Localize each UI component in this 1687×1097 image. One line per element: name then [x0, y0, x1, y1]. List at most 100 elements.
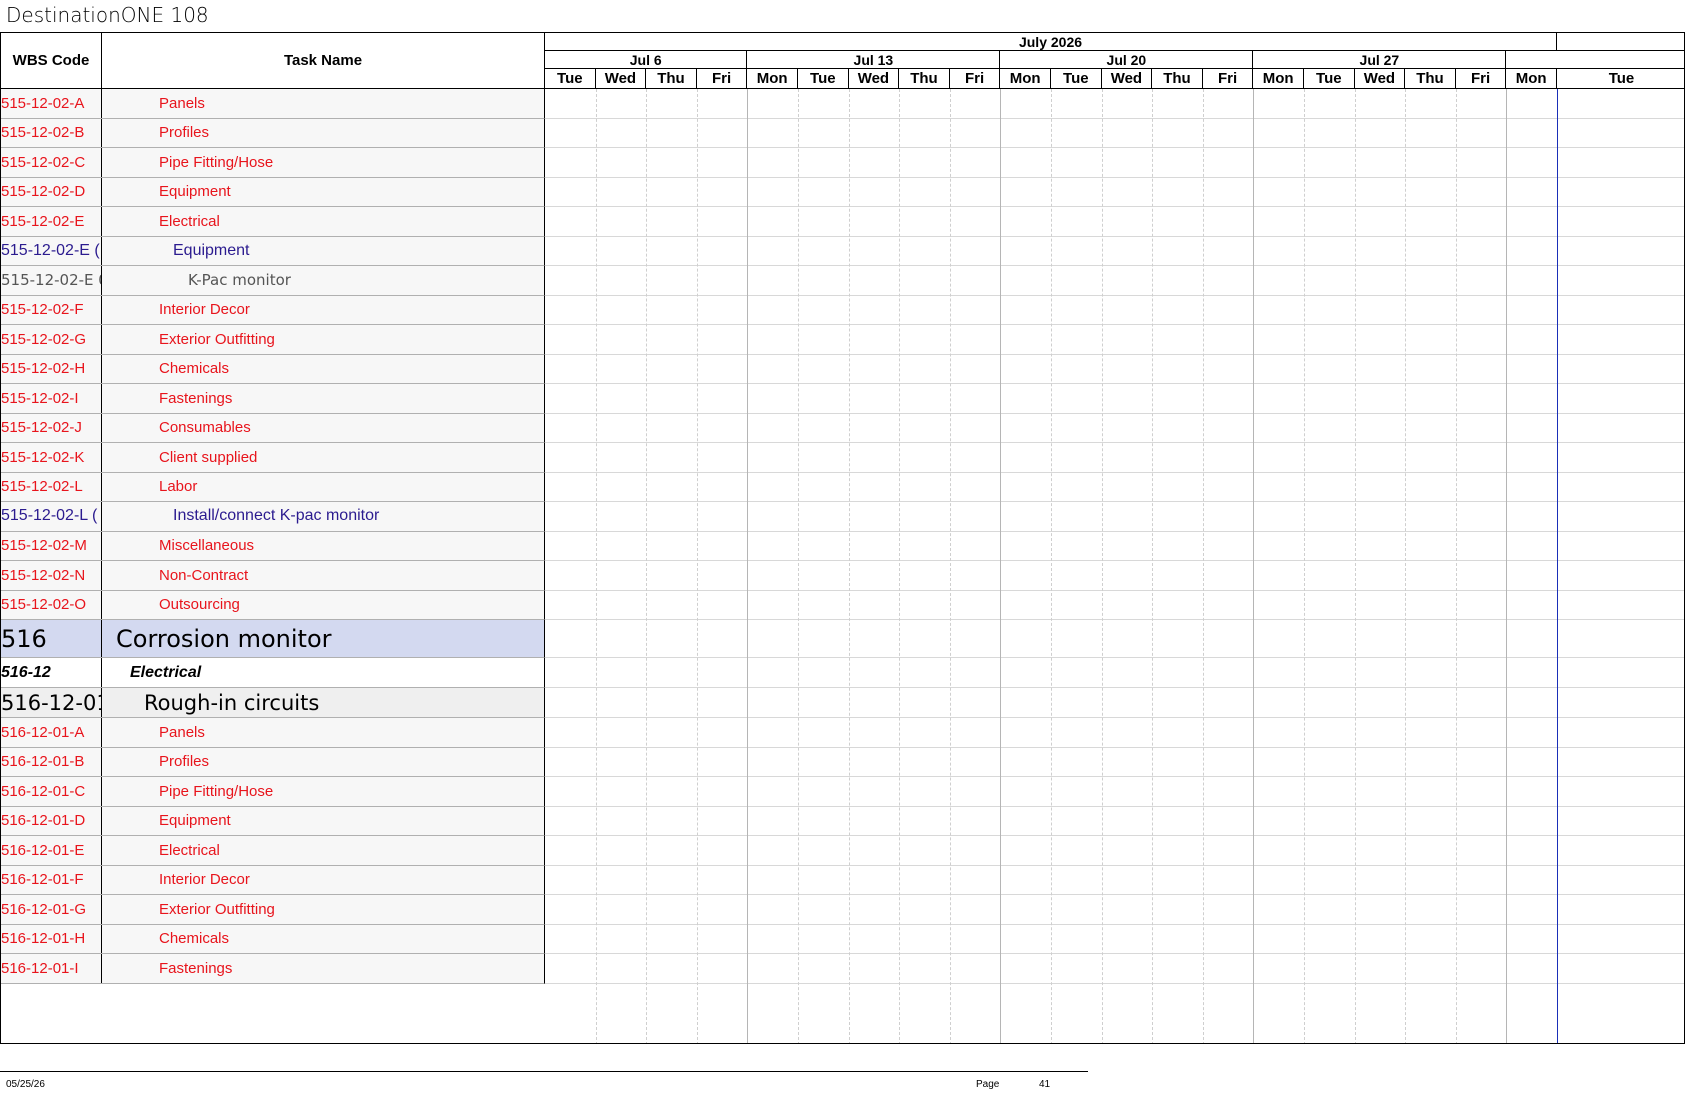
gantt-day-gridline [1202, 89, 1204, 1043]
task-row[interactable]: 515-12-02-M Miscellaneous [1, 531, 545, 561]
task-name-text: Panels [159, 723, 205, 741]
task-name-text: Fastenings [159, 959, 233, 977]
task-name-cell: Exterior Outfitting [102, 325, 545, 354]
wbs-code-cell: 516-12 [1, 658, 102, 687]
wbs-code-cell: 516-12-01 [1, 688, 102, 717]
task-row[interactable]: 516-12-01-E Electrical [1, 836, 545, 866]
wbs-code-cell: 516-12-01-H [1, 924, 102, 953]
wbs-code-cell: 515-12-02-G [1, 325, 102, 354]
task-row[interactable]: 515-12-02-J Consumables [1, 413, 545, 443]
wbs-code-cell: 515-12-02-H [1, 354, 102, 383]
task-row[interactable]: 515-12-02-E 0 K-Pac monitor [1, 266, 545, 296]
footer-page-number: 41 [1039, 1079, 1051, 1090]
task-name-cell: Fastenings [102, 954, 545, 983]
timescale-day: Fri [697, 69, 748, 88]
task-row[interactable]: 515-12-02-I Fastenings [1, 384, 545, 414]
task-row[interactable]: 515-12-02-D Equipment [1, 177, 545, 207]
column-header-task-name[interactable]: Task Name [102, 33, 545, 88]
task-row[interactable]: 516-12-01-D Equipment [1, 806, 545, 836]
task-name-text: Rough-in circuits [144, 690, 320, 715]
task-row[interactable]: 516-12-01 Rough-in circuits [1, 688, 545, 718]
gantt-row-line [545, 589, 1684, 591]
gantt-day-gridline [1051, 89, 1052, 1043]
task-name-text: K-Pac monitor [188, 271, 291, 290]
gantt-day-gridline [798, 89, 799, 1043]
task-row[interactable]: 516-12-01-G Exterior Outfitting [1, 895, 545, 925]
gantt-chart-area[interactable] [545, 89, 1684, 1043]
gantt-row-line [545, 982, 1684, 984]
timescale-day: Wed [849, 69, 900, 88]
task-row[interactable]: 515-12-02-F Interior Decor [1, 295, 545, 325]
task-row[interactable]: 516-12-01-H Chemicals [1, 924, 545, 954]
task-row[interactable]: 516-12-01-A Panels [1, 718, 545, 748]
task-name-text: Interior Decor [159, 871, 250, 889]
wbs-code-cell: 516-12-01-G [1, 895, 102, 924]
gantt-row-line [545, 560, 1684, 561]
gantt-day-gridline [595, 89, 597, 1043]
gantt-row-line [545, 746, 1684, 748]
wbs-code-cell: 516 [1, 620, 102, 657]
task-name-cell: Miscellaneous [102, 532, 545, 561]
task-name-cell: Electrical [102, 658, 545, 687]
wbs-code-cell: 516-12-01-A [1, 718, 102, 747]
wbs-code-cell: 515-12-02-B [1, 118, 102, 147]
timescale-month: July 2026 [545, 33, 1557, 51]
task-row[interactable]: 516-12-01-B Profiles [1, 747, 545, 777]
timescale-day: Wed [1355, 69, 1406, 88]
task-row[interactable]: 515-12-02-B Profiles [1, 118, 545, 148]
task-row[interactable]: 516 Corrosion monitor [1, 620, 545, 658]
task-name-text: Profiles [159, 753, 210, 771]
task-name-cell: Interior Decor [102, 866, 545, 895]
gantt-day-gridline [1455, 89, 1457, 1043]
gantt-row-line [545, 717, 1684, 718]
task-name-text: Exterior Outfitting [159, 330, 275, 348]
gantt-row-line [545, 206, 1684, 207]
task-name-cell: Corrosion monitor [102, 620, 545, 657]
task-row[interactable]: 515-12-02-O Outsourcing [1, 590, 545, 620]
wbs-code-cell: 516-12-01-B [1, 747, 102, 776]
wbs-code-cell: 515-12-02-C [1, 148, 102, 177]
task-name-cell: Profiles [102, 119, 545, 148]
task-row[interactable]: 516-12-01-C Pipe Fitting/Hose [1, 777, 545, 807]
timescale-day: Fri [1203, 69, 1254, 88]
gantt-day-gridline [646, 89, 648, 1043]
gantt-day-gridline [1304, 89, 1305, 1043]
gantt-row-line [545, 235, 1684, 237]
gantt-day-gridline [1152, 89, 1154, 1043]
task-name-text: Equipment [159, 812, 231, 830]
wbs-code-cell: 515-12-02-J [1, 413, 102, 442]
task-name-cell: Fastenings [102, 384, 545, 413]
gantt-row-line [545, 501, 1684, 502]
task-row[interactable]: 516-12-01-I Fastenings [1, 954, 545, 984]
task-name-cell: Install/connect K-pac monitor [102, 502, 545, 531]
wbs-code-cell: 515-12-02-L ( [1, 502, 102, 531]
task-name-cell: Non-Contract [102, 561, 545, 590]
gantt-row-line [545, 176, 1684, 178]
task-row[interactable]: 515-12-02-K Client supplied [1, 443, 545, 473]
task-row[interactable]: 516-12-01-F Interior Decor [1, 865, 545, 895]
task-row[interactable]: 515-12-02-C Pipe Fitting/Hose [1, 148, 545, 178]
task-row[interactable]: 515-12-02-H Chemicals [1, 354, 545, 384]
task-row[interactable]: 515-12-02-N Non-Contract [1, 561, 545, 591]
task-row[interactable]: 515-12-02-G Exterior Outfitting [1, 325, 545, 355]
task-row[interactable]: 515-12-02-E (Equipment [1, 236, 545, 266]
task-name-cell: Consumables [102, 414, 545, 443]
task-row[interactable]: 515-12-02-L (Install/connect K-pac monit… [1, 502, 545, 532]
column-header-wbs-code[interactable]: WBS Code [1, 33, 102, 88]
task-row[interactable]: 515-12-02-L Labor [1, 472, 545, 502]
task-name-text: Client supplied [159, 448, 258, 466]
task-name-text: Interior Decor [159, 301, 250, 319]
task-name-text: Profiles [159, 124, 210, 142]
timescale-week [1506, 51, 1684, 69]
timescale-week: Jul 6 [545, 51, 748, 69]
gantt-row-line [545, 805, 1684, 807]
wbs-code-cell: 515-12-02-L [1, 472, 102, 501]
task-row[interactable]: 516-12 Electrical [1, 658, 545, 688]
task-name-cell: Profiles [102, 748, 545, 777]
timescale-day: Tue [798, 69, 849, 88]
task-row[interactable]: 515-12-02-A Panels [1, 89, 545, 119]
task-name-text: Consumables [159, 419, 251, 437]
wbs-code-cell: 515-12-02-E 0 [1, 266, 102, 295]
task-row[interactable]: 515-12-02-E Electrical [1, 207, 545, 237]
task-name-text: Fastenings [159, 389, 233, 407]
